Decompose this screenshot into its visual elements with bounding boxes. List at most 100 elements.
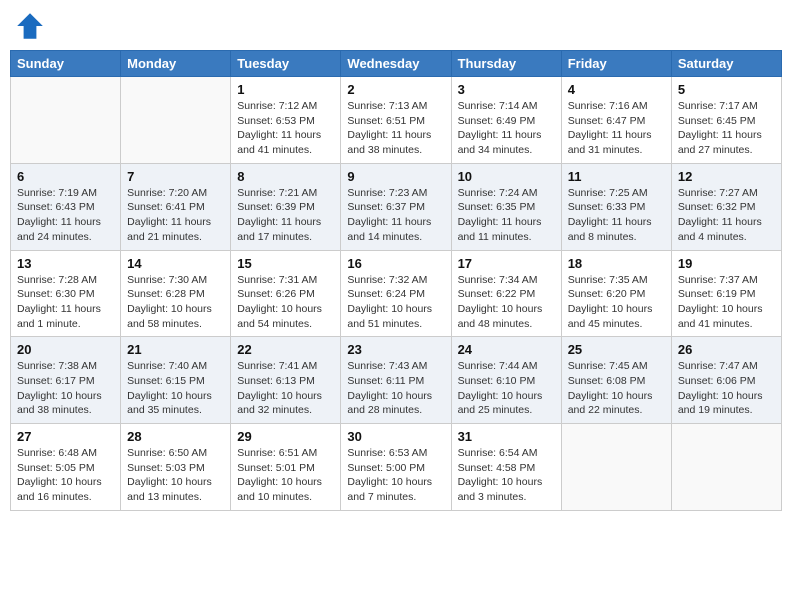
day-info: Sunrise: 7:43 AMSunset: 6:11 PMDaylight:… [347, 359, 444, 418]
day-number: 6 [17, 169, 114, 184]
day-number: 29 [237, 429, 334, 444]
calendar-cell: 28 Sunrise: 6:50 AMSunset: 5:03 PMDayligh… [121, 424, 231, 511]
day-number: 10 [458, 169, 555, 184]
calendar-cell: 13Sunrise: 7:28 AMSunset: 6:30 PMDayligh… [11, 250, 121, 337]
day-number: 17 [458, 256, 555, 271]
day-info: Sunrise: 7:24 AMSunset: 6:35 PMDaylight:… [458, 186, 555, 245]
day-info: Sunrise: 7:25 AMSunset: 6:33 PMDaylight:… [568, 186, 665, 245]
day-number: 1 [237, 82, 334, 97]
calendar-day-header: Thursday [451, 51, 561, 77]
calendar-week-row: 27 Sunrise: 6:48 AMSunset: 5:05 PMDayligh… [11, 424, 782, 511]
calendar-week-row: 1 Sunrise: 7:12 AMSunset: 6:53 PMDaylight… [11, 77, 782, 164]
day-number: 5 [678, 82, 775, 97]
logo [14, 10, 50, 42]
day-info: Sunrise: 7:12 AMSunset: 6:53 PMDaylight:… [237, 99, 334, 158]
day-info: Sunrise: 7:41 AMSunset: 6:13 PMDaylight:… [237, 359, 334, 418]
calendar-table: SundayMondayTuesdayWednesdayThursdayFrid… [10, 50, 782, 511]
calendar-cell: 10 Sunrise: 7:24 AMSunset: 6:35 PMDayligh… [451, 163, 561, 250]
day-info: Sunrise: 7:47 AMSunset: 6:06 PMDaylight:… [678, 359, 775, 418]
day-number: 7 [127, 169, 224, 184]
day-info: Sunrise: 7:31 AMSunset: 6:26 PMDaylight:… [237, 273, 334, 332]
calendar-cell: 14 Sunrise: 7:30 AMSunset: 6:28 PMDayligh… [121, 250, 231, 337]
day-number: 21 [127, 342, 224, 357]
day-number: 22 [237, 342, 334, 357]
day-info: Sunrise: 7:20 AMSunset: 6:41 PMDaylight:… [127, 186, 224, 245]
calendar-cell: 4 Sunrise: 7:16 AMSunset: 6:47 PMDaylight… [561, 77, 671, 164]
day-info: Sunrise: 7:19 AMSunset: 6:43 PMDaylight:… [17, 186, 114, 245]
day-info: Sunrise: 7:38 AMSunset: 6:17 PMDaylight:… [17, 359, 114, 418]
day-number: 8 [237, 169, 334, 184]
calendar-cell [561, 424, 671, 511]
calendar-cell: 31Sunrise: 6:54 AMSunset: 4:58 PMDayligh… [451, 424, 561, 511]
day-number: 19 [678, 256, 775, 271]
calendar-cell: 7 Sunrise: 7:20 AMSunset: 6:41 PMDaylight… [121, 163, 231, 250]
page-header [10, 10, 782, 42]
calendar-cell: 29 Sunrise: 6:51 AMSunset: 5:01 PMDayligh… [231, 424, 341, 511]
day-info: Sunrise: 7:23 AMSunset: 6:37 PMDaylight:… [347, 186, 444, 245]
calendar-cell: 8 Sunrise: 7:21 AMSunset: 6:39 PMDaylight… [231, 163, 341, 250]
calendar-cell: 16 Sunrise: 7:32 AMSunset: 6:24 PMDayligh… [341, 250, 451, 337]
calendar-cell: 9 Sunrise: 7:23 AMSunset: 6:37 PMDaylight… [341, 163, 451, 250]
day-info: Sunrise: 7:21 AMSunset: 6:39 PMDaylight:… [237, 186, 334, 245]
calendar-cell: 18 Sunrise: 7:35 AMSunset: 6:20 PMDayligh… [561, 250, 671, 337]
day-info: Sunrise: 7:35 AMSunset: 6:20 PMDaylight:… [568, 273, 665, 332]
day-number: 18 [568, 256, 665, 271]
calendar-day-header: Wednesday [341, 51, 451, 77]
day-number: 20 [17, 342, 114, 357]
day-number: 14 [127, 256, 224, 271]
day-number: 9 [347, 169, 444, 184]
calendar-cell: 17 Sunrise: 7:34 AMSunset: 6:22 PMDayligh… [451, 250, 561, 337]
day-info: Sunrise: 7:32 AMSunset: 6:24 PMDaylight:… [347, 273, 444, 332]
day-info: Sunrise: 7:14 AMSunset: 6:49 PMDaylight:… [458, 99, 555, 158]
day-number: 26 [678, 342, 775, 357]
day-number: 23 [347, 342, 444, 357]
calendar-cell: 5Sunrise: 7:17 AMSunset: 6:45 PMDaylight… [671, 77, 781, 164]
calendar-cell: 24 Sunrise: 7:44 AMSunset: 6:10 PMDayligh… [451, 337, 561, 424]
calendar-day-header: Sunday [11, 51, 121, 77]
day-number: 24 [458, 342, 555, 357]
day-info: Sunrise: 7:16 AMSunset: 6:47 PMDaylight:… [568, 99, 665, 158]
day-number: 12 [678, 169, 775, 184]
calendar-cell [11, 77, 121, 164]
day-number: 11 [568, 169, 665, 184]
calendar-day-header: Tuesday [231, 51, 341, 77]
day-info: Sunrise: 7:37 AMSunset: 6:19 PMDaylight:… [678, 273, 775, 332]
day-info: Sunrise: 6:53 AMSunset: 5:00 PMDaylight:… [347, 446, 444, 505]
calendar-cell: 26 Sunrise: 7:47 AMSunset: 6:06 PMDayligh… [671, 337, 781, 424]
day-number: 3 [458, 82, 555, 97]
calendar-header-row: SundayMondayTuesdayWednesdayThursdayFrid… [11, 51, 782, 77]
calendar-cell: 11 Sunrise: 7:25 AMSunset: 6:33 PMDayligh… [561, 163, 671, 250]
day-info: Sunrise: 7:40 AMSunset: 6:15 PMDaylight:… [127, 359, 224, 418]
calendar-day-header: Friday [561, 51, 671, 77]
day-number: 31 [458, 429, 555, 444]
day-info: Sunrise: 6:50 AMSunset: 5:03 PMDaylight:… [127, 446, 224, 505]
calendar-cell [121, 77, 231, 164]
calendar-cell: 6 Sunrise: 7:19 AMSunset: 6:43 PMDaylight… [11, 163, 121, 250]
day-number: 28 [127, 429, 224, 444]
day-info: Sunrise: 7:44 AMSunset: 6:10 PMDaylight:… [458, 359, 555, 418]
calendar-cell: 1 Sunrise: 7:12 AMSunset: 6:53 PMDaylight… [231, 77, 341, 164]
calendar-cell: 21 Sunrise: 7:40 AMSunset: 6:15 PMDayligh… [121, 337, 231, 424]
calendar-cell [671, 424, 781, 511]
day-info: Sunrise: 6:51 AMSunset: 5:01 PMDaylight:… [237, 446, 334, 505]
day-info: Sunrise: 7:30 AMSunset: 6:28 PMDaylight:… [127, 273, 224, 332]
calendar-cell: 25Sunrise: 7:45 AMSunset: 6:08 PMDayligh… [561, 337, 671, 424]
calendar-day-header: Saturday [671, 51, 781, 77]
day-info: Sunrise: 7:13 AMSunset: 6:51 PMDaylight:… [347, 99, 444, 158]
calendar-cell: 3 Sunrise: 7:14 AMSunset: 6:49 PMDaylight… [451, 77, 561, 164]
calendar-cell: 30Sunrise: 6:53 AMSunset: 5:00 PMDayligh… [341, 424, 451, 511]
day-info: Sunrise: 6:48 AMSunset: 5:05 PMDaylight:… [17, 446, 114, 505]
day-info: Sunrise: 7:34 AMSunset: 6:22 PMDaylight:… [458, 273, 555, 332]
calendar-cell: 15 Sunrise: 7:31 AMSunset: 6:26 PMDayligh… [231, 250, 341, 337]
day-number: 15 [237, 256, 334, 271]
logo-icon [14, 10, 46, 42]
day-number: 16 [347, 256, 444, 271]
calendar-week-row: 6 Sunrise: 7:19 AMSunset: 6:43 PMDaylight… [11, 163, 782, 250]
calendar-cell: 2 Sunrise: 7:13 AMSunset: 6:51 PMDaylight… [341, 77, 451, 164]
day-number: 27 [17, 429, 114, 444]
day-number: 4 [568, 82, 665, 97]
day-number: 2 [347, 82, 444, 97]
calendar-cell: 20 Sunrise: 7:38 AMSunset: 6:17 PMDayligh… [11, 337, 121, 424]
day-info: Sunrise: 7:28 AMSunset: 6:30 PMDaylight:… [17, 273, 114, 332]
calendar-week-row: 20 Sunrise: 7:38 AMSunset: 6:17 PMDayligh… [11, 337, 782, 424]
